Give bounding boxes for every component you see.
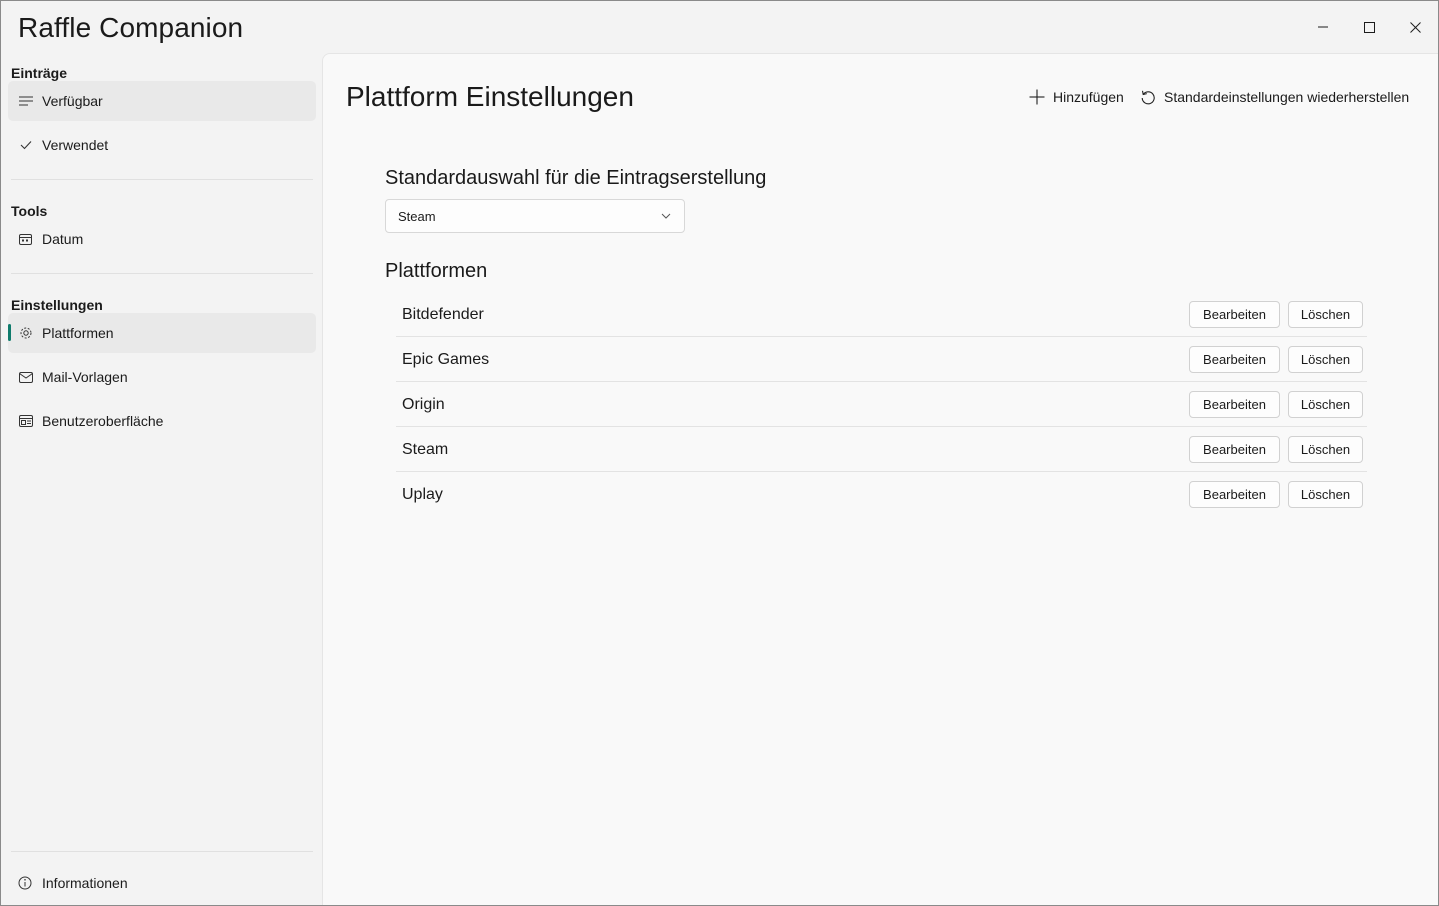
default-platform-combobox[interactable]: Steam: [385, 199, 685, 233]
edit-button[interactable]: Bearbeiten: [1189, 301, 1280, 328]
sidebar-item-label: Plattformen: [42, 325, 114, 341]
delete-button[interactable]: Löschen: [1288, 391, 1363, 418]
platform-name: Origin: [402, 396, 445, 413]
app-window: Raffle Companion Einträge Verfügbar Verw…: [0, 0, 1439, 906]
mail-icon: [8, 371, 42, 383]
list-item: Bitdefender Bearbeiten Löschen: [396, 292, 1367, 337]
sidebar-item-label: Verwendet: [42, 137, 109, 153]
add-button[interactable]: Hinzufügen: [1029, 84, 1124, 110]
platform-name: Bitdefender: [402, 306, 484, 323]
chevron-down-icon: [661, 213, 671, 219]
delete-button[interactable]: Löschen: [1288, 346, 1363, 373]
page-title: Plattform Einstellungen: [346, 81, 634, 112]
sidebar-item-label: Mail-Vorlagen: [42, 369, 128, 385]
calendar-icon: [8, 233, 42, 246]
sidebar-item-plattformen[interactable]: Plattformen: [8, 313, 316, 353]
sidebar-item-benutzeroberflaeche[interactable]: Benutzeroberfläche: [8, 401, 316, 441]
section-header-tools: Tools: [11, 203, 48, 219]
section-header-einstellungen: Einstellungen: [11, 297, 103, 313]
sidebar-item-verfuegbar[interactable]: Verfügbar: [8, 81, 316, 121]
sidebar-item-verwendet[interactable]: Verwendet: [8, 125, 316, 165]
sidebar-divider: [11, 273, 313, 274]
reset-button-label: Standardeinstellungen wiederherstellen: [1164, 89, 1410, 105]
list-item: Steam Bearbeiten Löschen: [396, 427, 1367, 472]
gear-icon: [8, 326, 42, 340]
reset-icon: [1141, 90, 1155, 105]
main-content: Plattform Einstellungen Hinzufügen Stand…: [322, 53, 1438, 905]
platform-name: Epic Games: [402, 351, 490, 368]
edit-button[interactable]: Bearbeiten: [1189, 436, 1280, 463]
platforms-title: Plattformen: [385, 260, 488, 282]
sidebar-item-label: Informationen: [42, 875, 128, 891]
sidebar-item-mail-vorlagen[interactable]: Mail-Vorlagen: [8, 357, 316, 397]
maximize-button[interactable]: [1346, 1, 1392, 53]
minimize-button[interactable]: [1300, 1, 1346, 53]
sidebar-item-label: Verfügbar: [42, 93, 103, 109]
delete-button[interactable]: Löschen: [1288, 301, 1363, 328]
checkmark-icon: [8, 140, 42, 150]
minimize-icon: [1318, 26, 1328, 28]
edit-button[interactable]: Bearbeiten: [1189, 346, 1280, 373]
sidebar-item-label: Datum: [42, 231, 84, 247]
sidebar: Einträge Verfügbar Verwendet Tools Datum…: [1, 53, 322, 905]
layout-icon: [8, 415, 42, 427]
platform-name: Uplay: [402, 486, 443, 503]
add-button-label: Hinzufügen: [1053, 89, 1124, 105]
delete-button[interactable]: Löschen: [1288, 481, 1363, 508]
list-item: Uplay Bearbeiten Löschen: [396, 472, 1367, 517]
list-item: Origin Bearbeiten Löschen: [396, 382, 1367, 427]
sidebar-item-datum[interactable]: Datum: [8, 219, 316, 259]
platform-list: Bitdefender Bearbeiten Löschen Epic Game…: [396, 292, 1367, 517]
app-title: Raffle Companion: [18, 12, 244, 43]
close-button[interactable]: [1392, 1, 1438, 53]
close-icon: [1409, 21, 1421, 33]
plus-icon: [1029, 89, 1045, 105]
edit-button[interactable]: Bearbeiten: [1189, 391, 1280, 418]
sidebar-item-label: Benutzeroberfläche: [42, 413, 164, 429]
platform-name: Steam: [402, 441, 449, 458]
maximize-icon: [1363, 21, 1375, 33]
info-icon: [8, 876, 42, 890]
title-bar[interactable]: Raffle Companion: [1, 1, 1438, 53]
sidebar-item-informationen[interactable]: Informationen: [8, 863, 316, 903]
sidebar-divider: [11, 179, 313, 180]
edit-button[interactable]: Bearbeiten: [1189, 481, 1280, 508]
sidebar-divider: [11, 851, 313, 852]
section-header-eintraege: Einträge: [11, 65, 68, 81]
delete-button[interactable]: Löschen: [1288, 436, 1363, 463]
reset-defaults-button[interactable]: Standardeinstellungen wiederherstellen: [1140, 84, 1409, 110]
list-item: Epic Games Bearbeiten Löschen: [396, 337, 1367, 382]
default-selection-title: Standardauswahl für die Eintragserstellu…: [385, 167, 767, 189]
selection-indicator: [8, 324, 11, 341]
list-icon: [8, 96, 42, 106]
combobox-value: Steam: [398, 208, 436, 224]
